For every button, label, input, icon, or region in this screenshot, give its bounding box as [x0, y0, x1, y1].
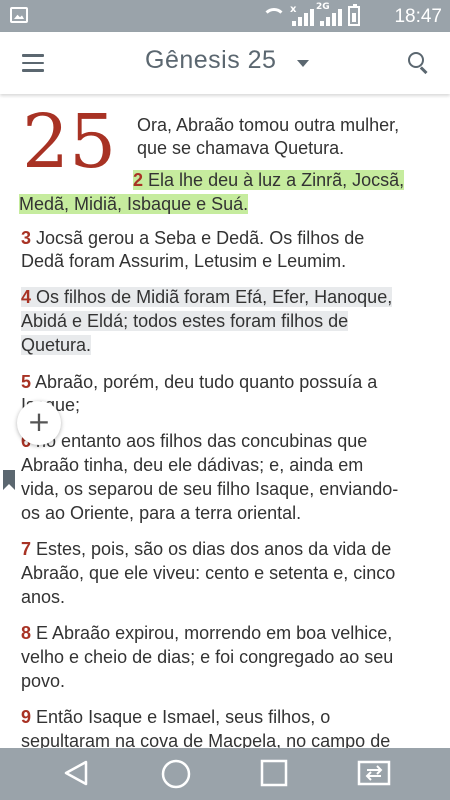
- chapter-number: 25: [22, 99, 117, 185]
- verse-2-line-1[interactable]: 2 Ela lhe deu à luz a Zinrã, Jocsã,: [133, 169, 405, 192]
- status-icons: x 2G: [262, 2, 360, 26]
- verse-8-line-1[interactable]: 8 E Abraão expirou, morrendo em boa velh…: [21, 622, 392, 645]
- add-button[interactable]: +: [17, 401, 61, 445]
- verse-4-line-1[interactable]: 4 Os filhos de Midiã foram Efá, Efer, Ha…: [21, 286, 393, 309]
- verse-9-line-1[interactable]: 9 Então Isaque e Ismael, seus filhos, o: [21, 706, 330, 729]
- verse-8-line-2[interactable]: velho e cheio de dias; e foi congregado …: [21, 646, 393, 669]
- verse-3-line-2[interactable]: Dedã foram Assurim, Letusim e Leumim.: [21, 250, 346, 273]
- verse-number: 3: [21, 228, 32, 248]
- verse-8-line-3[interactable]: povo.: [21, 670, 65, 693]
- verse-7-line-3[interactable]: anos.: [21, 586, 65, 609]
- verse-1-line-2[interactable]: que se chamava Quetura.: [137, 137, 344, 160]
- switch-window-icon[interactable]: [355, 758, 393, 792]
- gallery-icon: [10, 7, 28, 23]
- status-time: 18:47: [394, 6, 442, 27]
- verse-number: 9: [21, 707, 32, 727]
- verse-6-line-2[interactable]: Abraão tinha, deu ele dádivas; e, ainda …: [21, 454, 363, 477]
- verse-6-line-1[interactable]: 6 no entanto aos filhos das concubinas q…: [21, 430, 367, 453]
- verse-number: 8: [21, 623, 32, 643]
- recent-apps-icon[interactable]: [259, 758, 289, 792]
- bookmark-icon[interactable]: [3, 470, 15, 490]
- verse-4-line-3[interactable]: Quetura.: [21, 334, 92, 357]
- verse-2-line-2[interactable]: Medã, Midiã, Isbaque e Suá.: [19, 193, 249, 216]
- verse-7-line-1[interactable]: 7 Estes, pois, são os dias dos anos da v…: [21, 538, 391, 561]
- verse-number: 7: [21, 539, 32, 559]
- wifi-icon: [262, 8, 286, 26]
- verse-1-line-1[interactable]: Ora, Abraão tomou outra mulher,: [137, 114, 399, 137]
- status-bar: x 2G 18:47: [0, 0, 450, 32]
- verse-number: 5: [21, 372, 32, 392]
- app-bar: Gênesis 25: [0, 32, 450, 94]
- menu-icon[interactable]: [22, 54, 44, 72]
- back-icon[interactable]: [62, 758, 92, 792]
- verse-5-line-1[interactable]: 5 Abraão, porém, deu tudo quanto possuía…: [21, 371, 377, 394]
- caret-down-icon[interactable]: [297, 60, 309, 67]
- verse-9-line-2[interactable]: sepultaram na cova de Macpela, no campo …: [21, 730, 390, 748]
- verse-6-line-4[interactable]: os ao Oriente, para a terra oriental.: [21, 502, 301, 525]
- search-icon[interactable]: [408, 52, 430, 74]
- verse-3-line-1[interactable]: 3 Jocsã gerou a Seba e Dedã. Os filhos d…: [21, 227, 364, 250]
- verse-4-line-2[interactable]: Abidá e Eldá; todos estes foram filhos d…: [21, 310, 349, 333]
- battery-icon: [348, 4, 360, 26]
- verse-6-line-3[interactable]: vida, os separou de seu filho Isaque, en…: [21, 478, 398, 501]
- verse-number: 4: [21, 287, 32, 307]
- chapter-content[interactable]: 25 Ora, Abraão tomou outra mulher, que s…: [0, 96, 450, 748]
- home-icon[interactable]: [160, 758, 192, 794]
- signal-icon: x: [290, 4, 314, 26]
- verse-7-line-2[interactable]: Abraão, que ele viveu: cento e setenta e…: [21, 562, 395, 585]
- signal-2g-icon: 2G: [316, 2, 342, 26]
- chapter-selector-title[interactable]: Gênesis 25: [145, 46, 276, 75]
- navigation-bar: [0, 748, 450, 800]
- verse-number: 2: [133, 170, 144, 190]
